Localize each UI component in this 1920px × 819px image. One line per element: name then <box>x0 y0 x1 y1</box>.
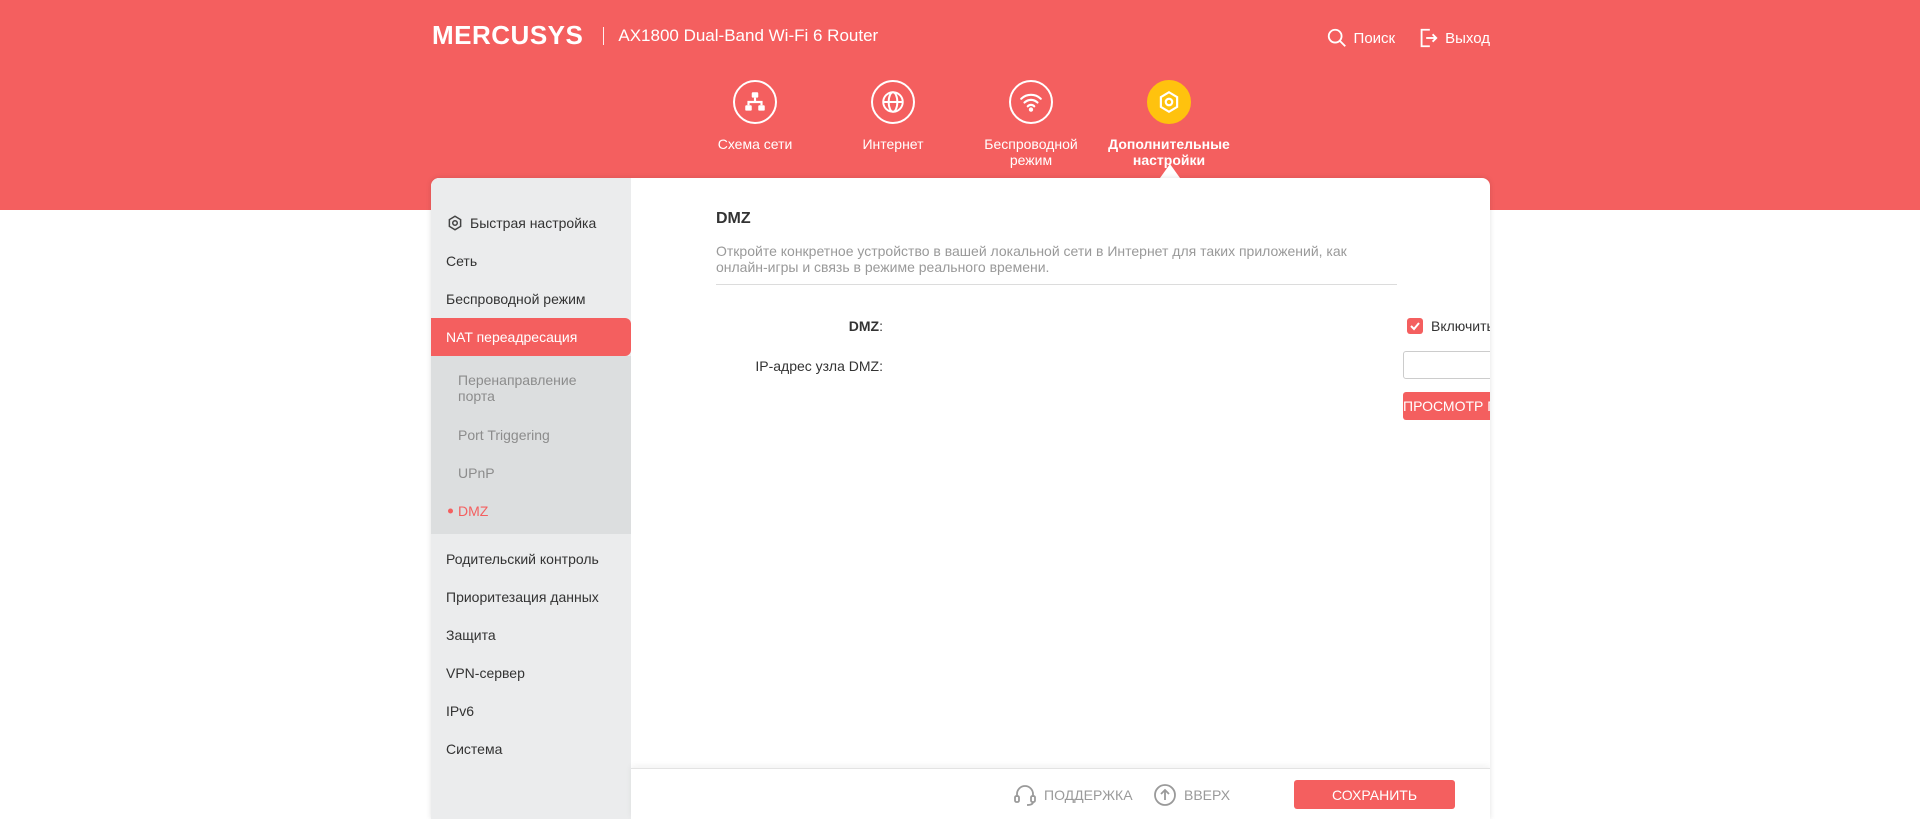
support-button[interactable]: Поддержка <box>1012 782 1133 808</box>
header-actions: Поиск Выход <box>1326 27 1490 49</box>
dmz-label-colon: : <box>879 318 883 334</box>
sidebar-item-label: Беспроводной режим <box>446 291 586 307</box>
sidebar-subitem-label: DMZ <box>458 503 489 519</box>
nav-label: Схема сети <box>717 136 793 152</box>
sidebar-subitem-label: UPnP <box>458 465 495 481</box>
back-to-top-button[interactable]: Вверх <box>1152 782 1230 808</box>
sidebar: Быстрая настройка Сеть Беспроводной режи… <box>431 178 631 819</box>
support-label: Поддержка <box>1044 787 1133 803</box>
sidebar-subitem-label: Port Triggering <box>458 427 550 443</box>
nav-label: Интернет <box>862 136 924 152</box>
sidebar-subitem-dmz[interactable]: DMZ <box>431 492 631 530</box>
dmz-enable-control[interactable]: Включить <box>1407 318 1490 334</box>
dmz-ip-input[interactable] <box>1403 351 1490 379</box>
globe-icon <box>871 80 915 124</box>
sidebar-item-quick-setup[interactable]: Быстрая настройка <box>431 204 631 242</box>
sidebar-item-label: Система <box>446 741 503 757</box>
back-to-top-label: Вверх <box>1184 787 1231 803</box>
sidebar-item-security[interactable]: Защита <box>431 616 631 654</box>
sidebar-item-label: VPN-сервер <box>446 665 525 681</box>
dmz-label-text: DMZ <box>848 318 880 334</box>
view-devices-row: Просмотр подключенных устройств <box>1403 392 1490 420</box>
dmz-ip-row <box>1403 351 1490 379</box>
search-button[interactable]: Поиск <box>1326 27 1396 49</box>
wifi-icon <box>1009 80 1053 124</box>
sidebar-subitem-label: Перенаправление порта <box>458 372 577 404</box>
headset-icon <box>1014 785 1036 806</box>
save-button[interactable]: Сохранить <box>1294 780 1455 809</box>
nav-active-pointer <box>1160 164 1180 178</box>
sidebar-item-label: Приоритезация данных <box>446 589 599 605</box>
sidebar-item-qos[interactable]: Приоритезация данных <box>431 578 631 616</box>
dmz-ip-label: IP-адрес узла DMZ: <box>755 358 883 374</box>
main-panel: Быстрая настройка Сеть Беспроводной режи… <box>431 178 1490 819</box>
sidebar-subitem-port-triggering[interactable]: Port Triggering <box>431 416 631 454</box>
content-area: DMZ Откройте конкретное устройство в ваш… <box>631 178 1490 768</box>
page-description: Откройте конкретное устройство в вашей л… <box>716 243 1347 275</box>
brand: MERCUSYS AX1800 Dual-Band Wi-Fi 6 Router <box>432 20 878 51</box>
nav-wireless[interactable]: Беспроводной режим <box>962 80 1100 168</box>
sidebar-item-wireless[interactable]: Беспроводной режим <box>431 280 631 318</box>
logout-label: Выход <box>1445 29 1490 47</box>
sidebar-item-system[interactable]: Система <box>431 730 631 768</box>
view-connected-devices-button[interactable]: Просмотр подключенных устройств <box>1403 392 1490 420</box>
sidebar-item-label: NAT переадресация <box>446 329 578 345</box>
section-divider <box>716 284 1397 285</box>
sidebar-item-ipv6[interactable]: IPv6 <box>431 692 631 730</box>
main-nav: Схема сети Интернет Беспроводной режим Д… <box>686 80 1238 168</box>
sidebar-item-label: IPv6 <box>446 703 475 719</box>
nav-internet[interactable]: Интернет <box>824 80 962 168</box>
page-title: DMZ <box>716 210 751 227</box>
sidebar-item-label: Родительский контроль <box>446 551 599 567</box>
sidebar-lower-group: Родительский контроль Приоритезация данн… <box>431 534 631 768</box>
sidebar-subitem-port-forwarding[interactable]: Перенаправление порта <box>431 360 631 416</box>
quick-setup-gear-icon <box>448 215 462 231</box>
nav-network-map[interactable]: Схема сети <box>686 80 824 168</box>
sidebar-item-label: Защита <box>446 627 496 643</box>
dmz-enable-checkbox[interactable] <box>1407 318 1423 334</box>
logout-icon <box>1420 28 1438 48</box>
gear-icon <box>1147 80 1191 124</box>
brand-separator <box>603 26 605 45</box>
model-name: AX1800 Dual-Band Wi-Fi 6 Router <box>618 25 879 45</box>
sidebar-item-network[interactable]: Сеть <box>431 242 631 280</box>
sidebar-submenu: Перенаправление порта Port Triggering UP… <box>431 356 631 534</box>
nav-label: Беспроводной режим <box>984 136 1078 168</box>
footer-bar: Поддержка Вверх Сохранить <box>631 768 1490 819</box>
search-icon <box>1327 28 1346 47</box>
sidebar-item-nat-forwarding[interactable]: NAT переадресация <box>431 318 631 356</box>
sidebar-item-vpn-server[interactable]: VPN-сервер <box>431 654 631 692</box>
sidebar-item-label: Быстрая настройка <box>470 215 597 231</box>
sidebar-item-label: Сеть <box>446 253 478 269</box>
logout-button[interactable]: Выход <box>1417 27 1490 49</box>
dmz-enable-label[interactable]: Включить <box>1431 318 1490 334</box>
sidebar-item-parental-control[interactable]: Родительский контроль <box>431 540 631 578</box>
search-label: Поиск <box>1353 29 1396 47</box>
network-map-icon <box>733 80 777 124</box>
sidebar-subitem-upnp[interactable]: UPnP <box>431 454 631 492</box>
dmz-field-label: DMZ: <box>683 318 883 334</box>
checkmark-icon <box>1410 322 1420 331</box>
arrow-up-icon <box>1154 784 1176 806</box>
mercusys-logo: MERCUSYS <box>432 20 584 50</box>
nav-advanced[interactable]: Дополнительные настройки <box>1100 80 1238 168</box>
